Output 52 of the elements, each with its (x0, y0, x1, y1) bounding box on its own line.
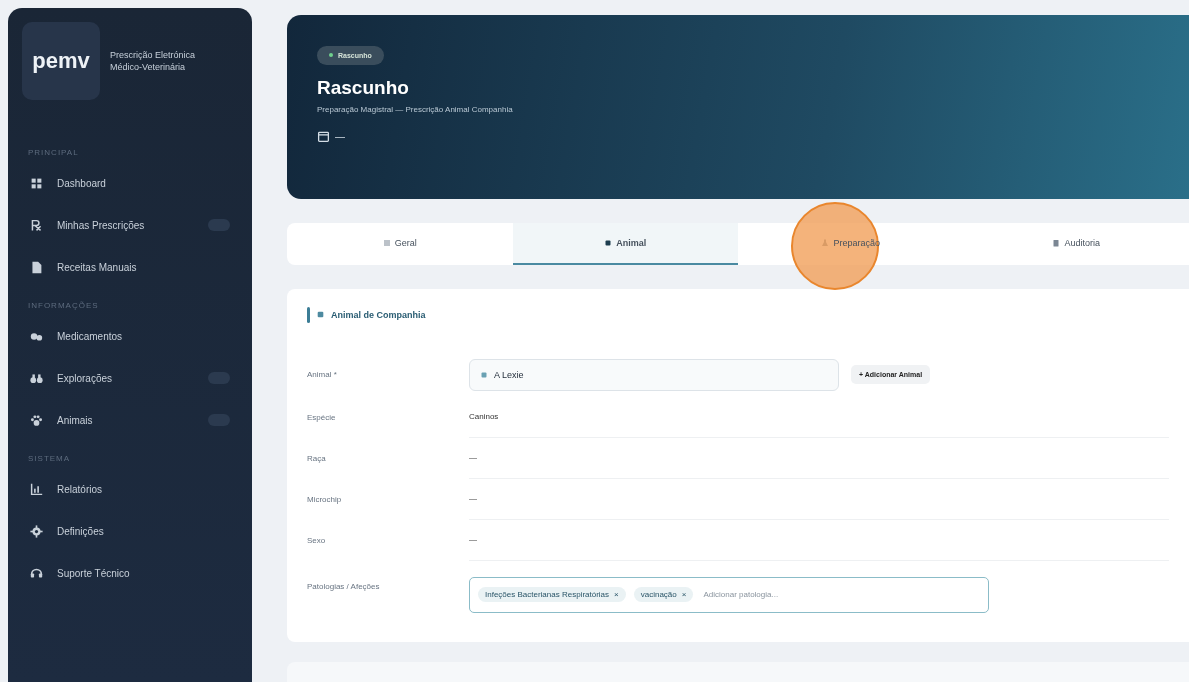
section-label: SISTEMA (28, 454, 72, 463)
prescription-icon (30, 218, 43, 232)
section-title: Animal de Companhia (331, 309, 426, 320)
nav-item[interactable]: Medicamentos (22, 320, 238, 352)
pathology-tag: Infeções Bacterianas Respiratórias × (478, 587, 626, 603)
nav-item[interactable]: Dashboard (22, 167, 238, 199)
section-label: INFORMAÇÕES (28, 301, 100, 310)
app-name: Prescrição Eletrónica Médico-Veterinária (110, 49, 197, 73)
grid-icon (30, 176, 43, 190)
document-icon (30, 260, 43, 274)
pathology-tag: vacinação × (633, 587, 694, 603)
headset-icon (30, 566, 43, 580)
field-label: Raça (307, 452, 327, 465)
nav-item[interactable]: Explorações (22, 362, 238, 394)
field-label: Animal * (307, 369, 338, 382)
section-label: PRINCIPAL (28, 148, 80, 157)
remove-button[interactable]: × (681, 590, 687, 600)
tab[interactable]: Auditoria (963, 223, 1189, 265)
page-subtitle: Preparação Magistral — Prescrição Animal Companhia (317, 104, 514, 114)
clipboard-icon (1052, 238, 1061, 247)
date-value: — (335, 130, 345, 142)
logo-text: pemv (32, 48, 90, 74)
settings-icon (30, 524, 43, 538)
nav-item[interactable]: Suporte Técnico (22, 557, 238, 589)
chart-icon (30, 482, 43, 496)
field-value: — (469, 519, 1169, 561)
field-value: — (469, 478, 1169, 520)
nav-item[interactable]: Animais (22, 404, 238, 436)
square-icon (316, 310, 325, 320)
calendar-icon (317, 129, 330, 143)
status-dot (329, 53, 333, 57)
tab[interactable]: Animal (512, 223, 738, 265)
animal-select[interactable]: A Lexie (469, 358, 839, 391)
field-value: Caninos (469, 396, 1169, 438)
nav-item[interactable]: Receitas Manuais (22, 251, 238, 283)
field-value: — (469, 437, 1169, 479)
pathology-field[interactable]: Infeções Bacterianas Respiratórias × vacinação × Adicionar patologia... (469, 576, 989, 613)
binoculars-icon (30, 371, 43, 385)
nav-item[interactable]: Definições (22, 515, 238, 547)
accent-bar (307, 306, 310, 323)
paw-icon (30, 413, 43, 427)
field-label: Microchip (307, 493, 343, 506)
remove-button[interactable]: × (614, 590, 619, 600)
tab[interactable]: Geral (287, 223, 513, 265)
field-label: Patologias / Afeções (307, 581, 381, 594)
list-icon (382, 238, 391, 247)
nav-item[interactable]: Relatórios (22, 473, 238, 505)
field-label: Sexo (307, 534, 327, 547)
nav-item[interactable]: Minhas Prescrições (22, 209, 238, 241)
field-label: Espécie (307, 411, 337, 424)
pathology-input[interactable]: Adicionar patologia... (701, 589, 980, 601)
page-title: Rascunho (317, 76, 410, 99)
